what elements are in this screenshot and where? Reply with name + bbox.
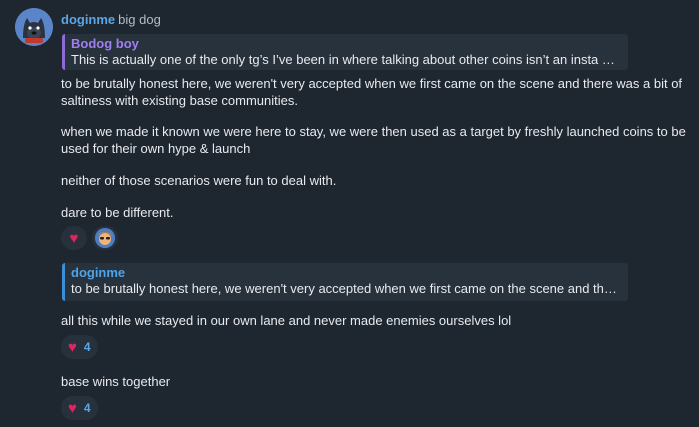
heart-icon: ♥ (68, 399, 77, 417)
message-paragraph: dare to be different. (61, 205, 174, 220)
message-paragraph: to be brutally honest here, we weren't v… (61, 76, 683, 108)
reply-text: to be brutally honest here, we weren't v… (71, 281, 620, 296)
reaction-heart[interactable]: ♥ 4 (61, 396, 98, 420)
reactions-bar: ♥ (61, 226, 118, 250)
reaction-user-avatar[interactable] (92, 226, 118, 250)
author-name[interactable]: doginme (61, 12, 115, 27)
reply-author: doginme (71, 265, 126, 280)
reply-quote-2[interactable]: doginme to be brutally honest here, we w… (62, 263, 628, 301)
user-avatar-icon (95, 228, 115, 248)
reply-author: Bodog boy (71, 36, 139, 51)
reaction-count: 4 (83, 401, 91, 415)
reaction-heart[interactable]: ♥ (61, 226, 87, 250)
author-avatar[interactable] (15, 8, 53, 46)
heart-icon: ♥ (68, 338, 77, 356)
message-header: doginme big dog (61, 12, 161, 27)
reactions-bar: ♥ 4 (61, 396, 98, 420)
message-text: all this while we stayed in our own lane… (61, 313, 512, 328)
message-text: base wins together (61, 374, 171, 389)
author-title: big dog (118, 12, 161, 27)
reaction-count: 4 (83, 340, 91, 354)
reactions-bar: ♥ 4 (61, 335, 98, 359)
heart-icon: ♥ (69, 229, 79, 247)
reaction-heart[interactable]: ♥ 4 (61, 335, 98, 359)
message-paragraph: neither of those scenarios were fun to d… (61, 173, 337, 188)
message-paragraph: when we made it known we were here to st… (61, 124, 686, 156)
reply-quote[interactable]: Bodog boy This is actually one of the on… (62, 34, 628, 70)
dog-avatar-icon (15, 8, 53, 46)
reply-text: This is actually one of the only tg’s I’… (71, 52, 620, 67)
